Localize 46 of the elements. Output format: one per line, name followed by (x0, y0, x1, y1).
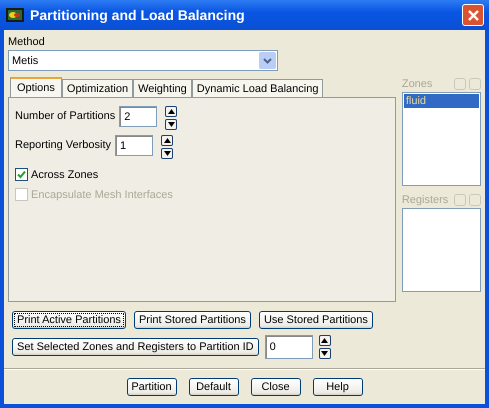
chevron-down-icon (259, 52, 276, 69)
tab[interactable]: Options (10, 77, 62, 97)
method-dropdown[interactable]: Metis (8, 50, 278, 71)
triangle-up-icon (164, 138, 170, 143)
number-field[interactable]: 2 (119, 106, 158, 127)
dialog-button[interactable]: Help (312, 378, 362, 396)
list-label: Registers (402, 194, 450, 206)
spin-down-button[interactable] (318, 348, 331, 359)
tab[interactable]: Weighting (133, 79, 192, 97)
dialog-button[interactable]: Default (188, 378, 238, 396)
window-title: Partitioning and Load Balancing (30, 7, 246, 23)
spin-down-button[interactable] (161, 148, 173, 159)
close-button[interactable] (462, 4, 484, 26)
spin-down-button[interactable] (165, 119, 178, 130)
checkbox[interactable] (15, 168, 28, 181)
spin-up-button[interactable] (165, 106, 178, 117)
toggle-button[interactable] (454, 78, 466, 90)
method-label: Method (8, 36, 46, 49)
close-icon (466, 8, 480, 22)
list-label: Zones (402, 78, 434, 90)
field-label: Number of Partitions (15, 109, 116, 122)
triangle-down-icon (168, 122, 175, 127)
toggle-button[interactable] (469, 78, 481, 90)
triangle-down-icon (321, 351, 328, 356)
toggle-button[interactable] (454, 194, 466, 206)
checkbox-label: Encapsulate Mesh Interfaces (31, 188, 173, 200)
tab[interactable]: Optimization (62, 79, 134, 97)
field-label: Reporting Verbosity (15, 138, 111, 151)
triangle-up-icon (321, 338, 328, 343)
list-item[interactable]: fluid (404, 94, 479, 108)
toggle-button[interactable] (469, 194, 481, 206)
set-partition-button[interactable]: Set Selected Zones and Registers to Partition ID (12, 338, 259, 356)
spin-up-button[interactable] (161, 135, 173, 146)
app-icon (6, 8, 24, 22)
spin-up-button[interactable] (318, 335, 331, 346)
triangle-up-icon (168, 109, 175, 114)
dialog-button[interactable]: Close (250, 378, 300, 396)
action-button[interactable]: Print Active Partitions (12, 311, 126, 329)
checkbox-label: Across Zones (31, 168, 98, 180)
number-field[interactable]: 1 (115, 135, 153, 156)
tab[interactable]: Dynamic Load Balancing (192, 79, 324, 97)
action-button[interactable]: Use Stored Partitions (258, 311, 373, 329)
dialog-button[interactable]: Partition (126, 378, 176, 396)
partition-id-field[interactable]: 0 (264, 335, 313, 359)
triangle-down-icon (164, 151, 170, 156)
action-button[interactable]: Print Stored Partitions (134, 311, 251, 329)
